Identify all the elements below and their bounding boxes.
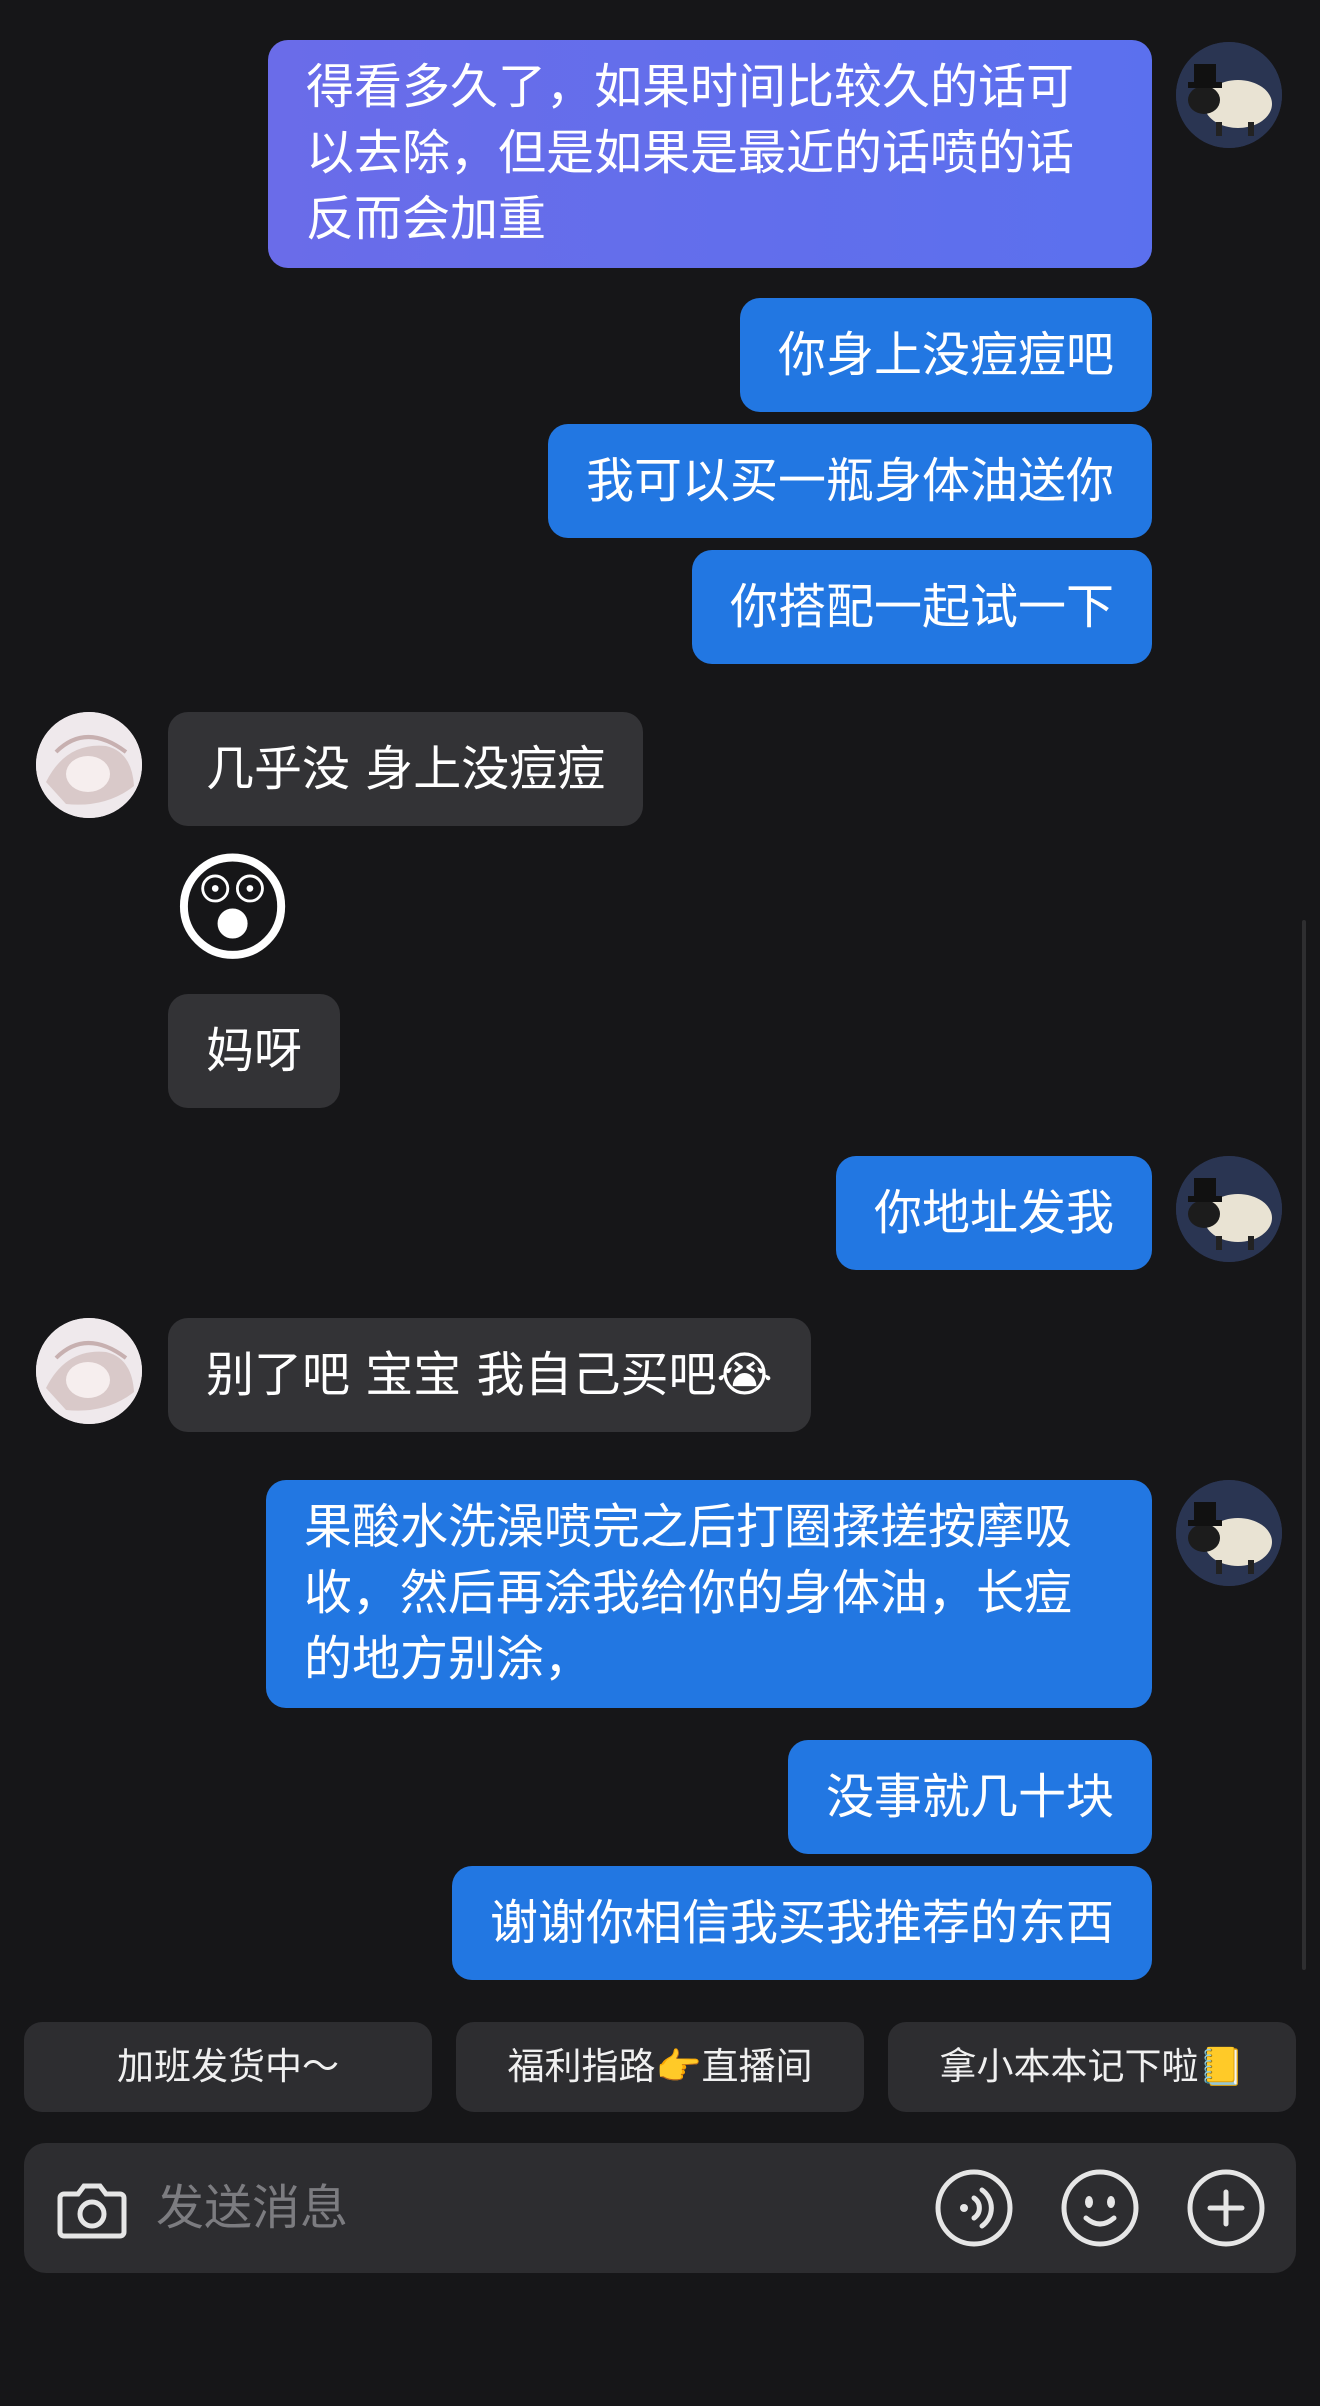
message-outgoing[interactable]: 没事就几十块	[787, 1740, 1152, 1854]
message-outgoing[interactable]: 你搭配一起试一下	[691, 550, 1152, 664]
add-icon	[1187, 2169, 1265, 2247]
quick-reply-button[interactable]: 加班发货中～	[24, 2022, 432, 2112]
quick-reply-button[interactable]: 拿小本本记下啦📒	[888, 2022, 1296, 2112]
camera-icon	[57, 2183, 127, 2239]
message-input-bar: 发送消息	[24, 2143, 1296, 2273]
scrollbar[interactable]	[1302, 920, 1306, 1970]
message-incoming[interactable]: 妈呀	[168, 994, 341, 1108]
message-outgoing[interactable]: 我可以买一瓶身体油送你	[547, 424, 1152, 538]
message-outgoing[interactable]: 得看多久了，如果时间比较久的话可以去除，但是如果是最近的话喷的话反而会加重	[268, 40, 1152, 268]
camera-button[interactable]	[50, 2166, 134, 2250]
anime-girl-avatar-icon	[36, 712, 142, 818]
emoji-button[interactable]	[1058, 2166, 1142, 2250]
sheep-avatar-icon	[1176, 1480, 1282, 1586]
message-outgoing[interactable]: 谢谢你相信我买我推荐的东西	[451, 1866, 1152, 1980]
message-outgoing[interactable]: 你身上没痘痘吧	[739, 298, 1152, 412]
message-outgoing[interactable]: 你地址发我	[835, 1156, 1152, 1270]
my-avatar[interactable]	[1176, 1156, 1282, 1262]
my-avatar[interactable]	[1176, 42, 1282, 148]
voice-icon	[935, 2169, 1013, 2247]
sheep-avatar-icon	[1176, 42, 1282, 148]
anime-girl-avatar-icon	[36, 1318, 142, 1424]
message-input[interactable]: 发送消息	[156, 2143, 348, 2273]
my-avatar[interactable]	[1176, 1480, 1282, 1586]
add-button[interactable]	[1184, 2166, 1268, 2250]
bottom-safe-area	[0, 2316, 1320, 2406]
sheep-avatar-icon	[1176, 1156, 1282, 1262]
emoji-sticker[interactable]: 😲	[170, 840, 295, 980]
emoji-icon	[1061, 2169, 1139, 2247]
contact-avatar[interactable]	[36, 1318, 142, 1424]
contact-avatar[interactable]	[36, 712, 142, 818]
voice-button[interactable]	[932, 2166, 1016, 2250]
quick-reply-button[interactable]: 福利指路👉直播间	[456, 2022, 864, 2112]
message-incoming[interactable]: 别了吧 宝宝 我自己买吧😭	[168, 1318, 811, 1432]
message-incoming[interactable]: 几乎没 身上没痘痘	[168, 712, 644, 826]
message-outgoing[interactable]: 果酸水洗澡喷完之后打圈揉搓按摩吸收，然后再涂我给你的身体油，长痘的地方别涂，	[266, 1480, 1152, 1708]
